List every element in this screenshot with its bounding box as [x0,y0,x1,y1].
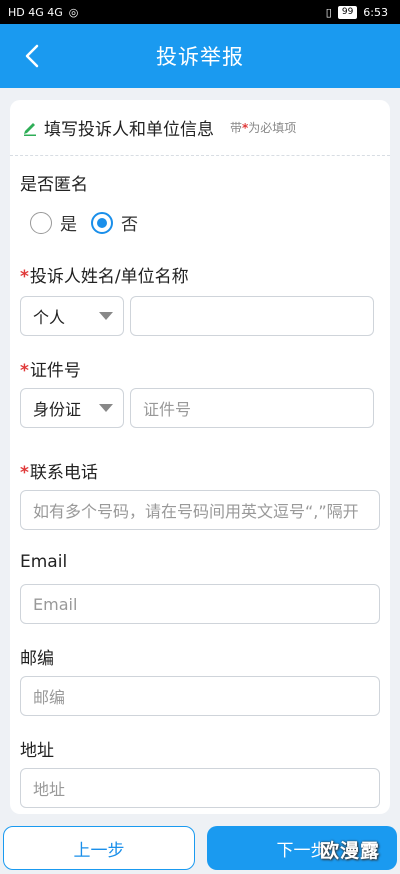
required-star: * [20,267,29,287]
anonymous-radio-group: 是 否 [30,210,152,235]
complainant-label-text: 投诉人姓名/单位名称 [29,267,189,287]
complainant-type-select[interactable]: 个人 [20,296,124,336]
chevron-left-icon [25,44,39,68]
pencil-icon [22,120,38,136]
form-card: 填写投诉人和单位信息 带*为必填项 是否匿名 是 否 *投诉人姓名/单位名称 个… [10,100,390,814]
watermark-text: 欧漫露 [320,840,381,862]
prev-step-button[interactable]: 上一步 [3,826,195,870]
phone-label-text: 联系电话 [29,463,98,483]
wifi-icon: ◎ [68,5,79,19]
clock: 6:53 [363,5,388,19]
radio-no[interactable] [91,211,113,234]
status-bar: HD 4G 4G ◎ ▯ 99 6:53 [0,0,400,24]
id-number-label: *证件号 [20,356,81,381]
radio-yes[interactable] [30,211,52,234]
required-note-prefix: 带 [230,121,243,135]
phone-input[interactable]: 如有多个号码，请在号码间用英文逗号“,”隔开 [20,490,380,530]
vibrate-icon: ▯ [325,5,332,19]
caret-down-icon [99,404,113,412]
postcode-input[interactable]: 邮编 [20,676,380,716]
postcode-label: 邮编 [20,649,54,669]
address-label: 地址 [20,741,54,761]
id-type-value: 身份证 [33,400,82,419]
radio-yes-label: 是 [60,215,77,235]
address-input[interactable]: 地址 [20,768,380,808]
radio-option-no[interactable]: 否 [91,210,138,235]
radio-option-yes[interactable]: 是 [30,210,77,235]
required-star: * [20,361,29,381]
radio-no-label: 否 [121,215,138,235]
section-title: 填写投诉人和单位信息 [44,120,214,140]
network-indicator: HD 4G 4G [8,5,63,19]
status-right: ▯ 99 6:53 [325,5,388,19]
back-button[interactable] [14,38,50,74]
app-header: 投诉举报 [0,24,400,88]
complainant-type-value: 个人 [33,308,66,327]
caret-down-icon [99,312,113,320]
id-type-select[interactable]: 身份证 [20,388,124,428]
battery-icon: 99 [337,5,358,19]
id-number-label-text: 证件号 [29,361,81,381]
required-note-suffix: 为必填项 [248,121,297,135]
required-note: 带*为必填项 [230,119,296,136]
complainant-label: *投诉人姓名/单位名称 [20,262,189,287]
required-star: * [20,463,29,483]
section-header: 填写投诉人和单位信息 带*为必填项 [10,100,390,156]
status-left: HD 4G 4G ◎ [8,6,78,19]
complainant-name-input[interactable] [130,296,374,336]
phone-label: *联系电话 [20,458,98,483]
email-input[interactable]: Email [20,584,380,624]
anonymous-label: 是否匿名 [20,175,88,195]
id-number-input[interactable]: 证件号 [130,388,374,428]
page-title: 投诉举报 [156,45,244,69]
email-label: Email [20,552,68,572]
